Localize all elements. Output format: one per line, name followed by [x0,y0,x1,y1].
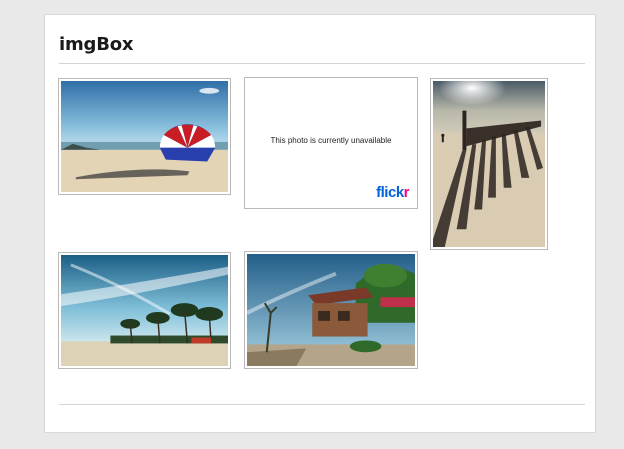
unavailable-message: This photo is currently unavailable [270,136,392,145]
gallery-thumbnail-tropical-hut[interactable] [244,251,418,369]
tropical-hut-photo [247,254,415,366]
footer-divider [59,404,585,405]
parachute-beach-photo [61,81,228,192]
pier-posts-photo [433,81,545,247]
gallery-thumbnail-parachute-beach[interactable] [58,78,231,195]
palm-beach-photo [61,255,228,366]
gallery-thumbnail-pier-posts[interactable] [430,78,548,250]
page-title: imgBox [59,34,134,55]
gallery-thumbnail-palm-beach[interactable] [58,252,231,369]
gallery-thumbnail-unavailable[interactable]: This photo is currently unavailable flic… [244,77,418,209]
flickr-logo: flickr [376,184,409,201]
header-divider [59,63,585,64]
